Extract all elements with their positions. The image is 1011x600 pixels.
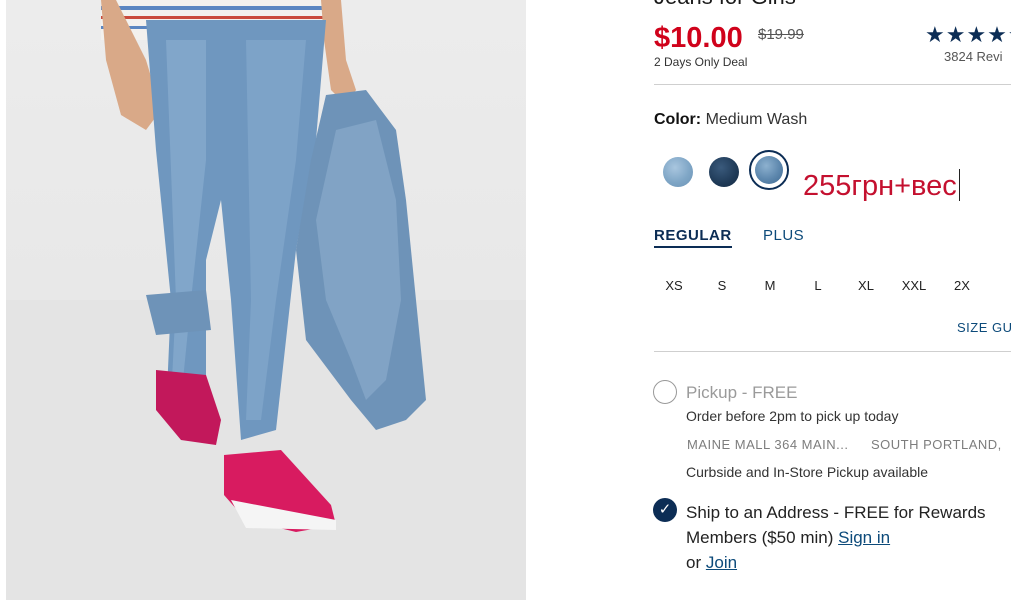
store-name-link[interactable]: MAINE MALL 364 MAIN...	[687, 437, 849, 452]
color-value: Medium Wash	[705, 111, 808, 128]
ship-radio-checked[interactable]: ✓	[653, 498, 677, 522]
size-option-l[interactable]: L	[798, 278, 838, 293]
text-cursor	[958, 169, 960, 201]
deal-note: 2 Days Only Deal	[654, 55, 748, 69]
size-option-m[interactable]: M	[750, 278, 790, 293]
swatch-medium-wash-selected[interactable]	[749, 150, 789, 190]
pickup-availability: Curbside and In-Store Pickup available	[686, 464, 929, 480]
tab-fit-plus[interactable]: PLUS	[763, 227, 804, 244]
size-option-xs[interactable]: XS	[654, 278, 694, 293]
tab-fit-regular[interactable]: REGULAR	[654, 227, 732, 248]
swatch-medium-wash	[755, 156, 783, 184]
ship-or: or	[686, 553, 702, 572]
store-city[interactable]: SOUTH PORTLAND,	[871, 437, 1002, 452]
original-price: $19.99	[758, 26, 804, 43]
checkmark-icon: ✓	[658, 501, 672, 518]
divider	[654, 84, 1011, 85]
color-label: Color: Medium Wash	[654, 111, 807, 129]
pickup-radio[interactable]	[653, 380, 677, 404]
pickup-order-note: Order before 2pm to pick up today	[686, 408, 899, 424]
product-page: Jeans for Girls $10.00 $19.99 2 Days Onl…	[0, 0, 1011, 600]
color-label-key: Color:	[654, 111, 702, 128]
size-option-2x[interactable]: 2X	[942, 278, 982, 293]
size-option-s[interactable]: S	[702, 278, 742, 293]
product-details-panel: Jeans for Girls $10.00 $19.99 2 Days Onl…	[0, 0, 1011, 600]
rating-stars-icon[interactable]: ★★★★★	[925, 22, 1011, 48]
pickup-title[interactable]: Pickup - FREE	[686, 383, 797, 403]
review-count-link[interactable]: 3824 Revi	[944, 49, 1003, 64]
join-link[interactable]: Join	[706, 553, 737, 572]
product-title: Jeans for Girls	[654, 0, 796, 10]
size-option-xl[interactable]: XL	[846, 278, 886, 293]
sign-in-link[interactable]: Sign in	[838, 528, 890, 547]
ship-option-text[interactable]: Ship to an Address - FREE for Rewards Me…	[686, 500, 1011, 575]
overlay-annotation-text[interactable]: 255грн+вес	[803, 169, 960, 203]
size-option-xxl[interactable]: XXL	[894, 278, 934, 293]
size-guide-link[interactable]: SIZE GU	[957, 320, 1011, 335]
swatch-light-wash[interactable]	[663, 157, 693, 187]
overlay-annotation-value: 255грн+вес	[803, 170, 957, 202]
ship-description: Ship to an Address - FREE for Rewards Me…	[686, 503, 986, 547]
swatch-dark-wash[interactable]	[709, 157, 739, 187]
sale-price: $10.00	[654, 22, 743, 54]
divider	[654, 351, 1011, 352]
